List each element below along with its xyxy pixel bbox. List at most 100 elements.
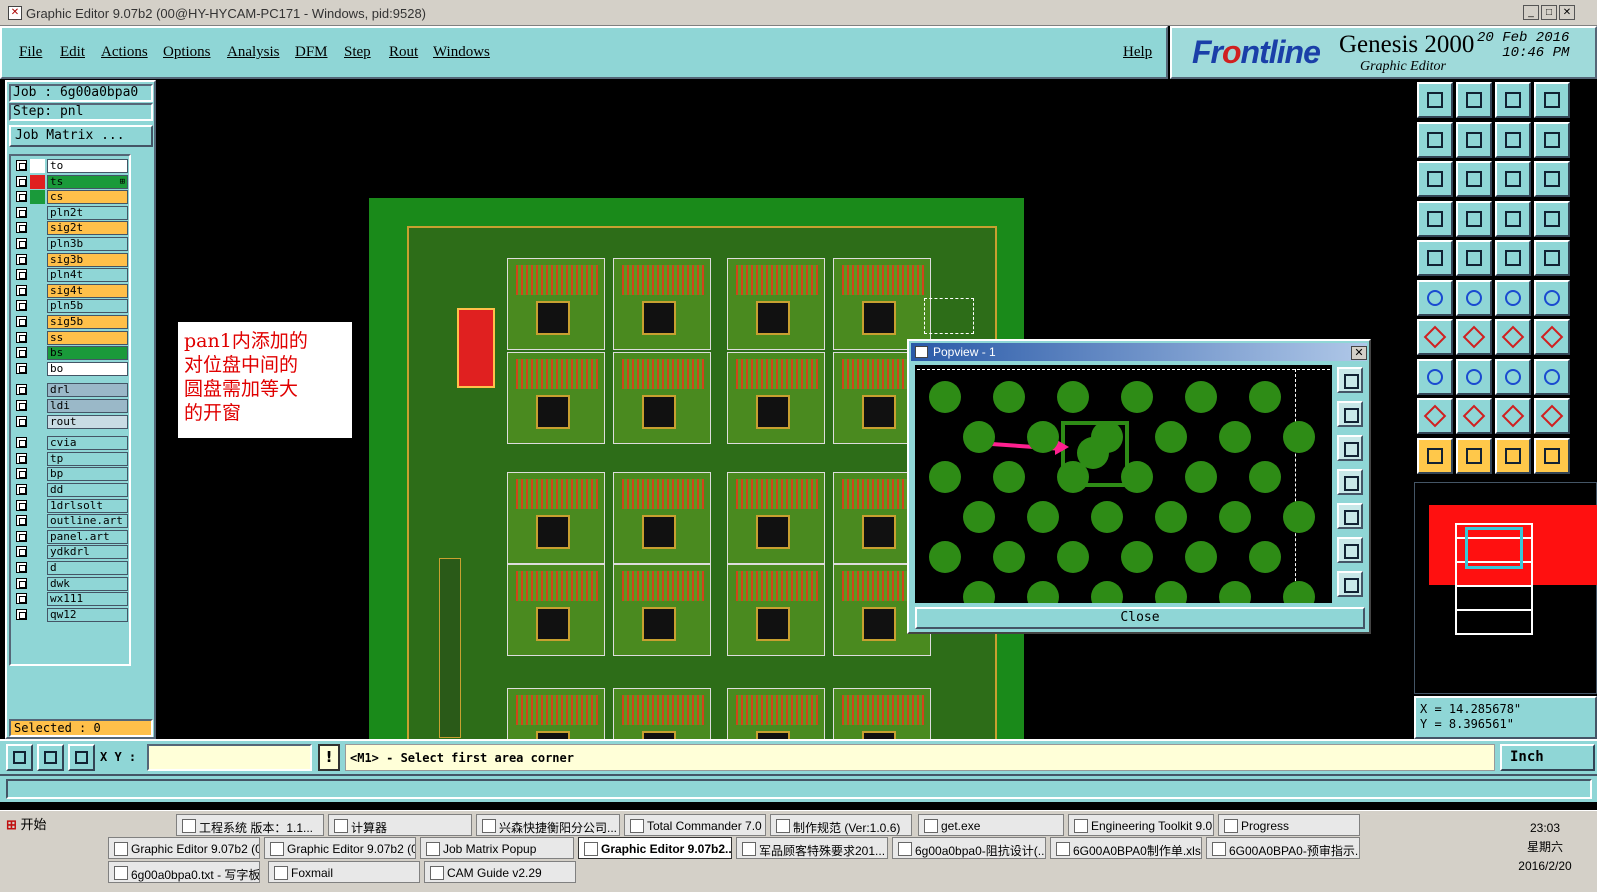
close-window-button[interactable]: ✕ — [1559, 5, 1575, 20]
taskbar-button[interactable]: Foxmail — [268, 861, 420, 883]
layer-color-swatch[interactable] — [30, 592, 45, 606]
taskbar-button[interactable]: Job Matrix Popup — [420, 837, 574, 859]
layer-name[interactable]: rout — [47, 414, 128, 429]
layer-color-swatch[interactable] — [30, 514, 45, 528]
grid-icon[interactable] — [68, 744, 95, 771]
layer-checkbox[interactable] — [16, 499, 27, 511]
layer-checkbox[interactable] — [16, 269, 27, 281]
layer-checkbox[interactable] — [16, 608, 27, 620]
taskbar-button[interactable]: 计算器 — [328, 814, 472, 836]
move-icon[interactable] — [1495, 279, 1531, 316]
layer-checkbox[interactable] — [16, 300, 27, 312]
layer-color-swatch[interactable] — [30, 561, 45, 575]
layer-name[interactable]: sig3b — [47, 252, 128, 267]
layer-checkbox[interactable] — [16, 546, 27, 558]
layer-name[interactable]: dd — [47, 483, 128, 497]
taskbar-button[interactable]: 6g00a0bpa0-阻抗设计(... — [892, 837, 1046, 859]
pointer-box-icon[interactable] — [1456, 437, 1492, 474]
save-icon[interactable] — [1456, 82, 1492, 118]
layer-row[interactable]: sig5b — [14, 315, 128, 329]
layer-row[interactable]: dd — [14, 483, 128, 497]
layer-color-swatch[interactable] — [30, 577, 45, 591]
taskbar-button[interactable]: 工程系统 版本：1.1... — [176, 814, 324, 836]
layer-row[interactable]: ss — [14, 330, 128, 345]
layer-color-swatch[interactable] — [30, 346, 45, 360]
units-selector[interactable]: Inch — [1500, 744, 1595, 771]
layer-color-swatch[interactable] — [30, 383, 45, 397]
layer-checkbox[interactable] — [16, 484, 27, 495]
menu-step[interactable]: Step — [344, 44, 371, 61]
layer-color-swatch[interactable] — [30, 483, 45, 497]
job-matrix-button[interactable]: Job Matrix ... — [9, 125, 153, 147]
taskbar-button[interactable]: 制作规范 (Ver:1.0.6) — [770, 814, 912, 836]
scale-icon[interactable] — [1534, 121, 1570, 158]
node-icon[interactable] — [1417, 279, 1453, 316]
align-icon[interactable] — [1534, 319, 1570, 355]
help-icon[interactable] — [1534, 161, 1570, 197]
menu-analysis[interactable]: Analysis — [227, 44, 280, 61]
layer-row[interactable]: 1drlsolt — [14, 498, 128, 513]
pan-icon[interactable] — [1417, 161, 1453, 197]
layer-checkbox[interactable] — [16, 347, 27, 359]
layer-row[interactable]: ldi — [14, 399, 128, 413]
snap-icon[interactable] — [6, 744, 33, 771]
center-icon[interactable] — [1456, 161, 1492, 197]
layer-name[interactable]: cvia — [47, 436, 128, 451]
layer-row[interactable]: pln5b — [14, 299, 128, 314]
zoom-out-button[interactable] — [1337, 571, 1363, 597]
layer-row[interactable]: pln2t — [14, 205, 128, 220]
system-clock[interactable]: 23:03 星期六 2016/2/20 — [1500, 819, 1590, 876]
pan-up-button[interactable] — [1337, 401, 1363, 427]
layer-color-swatch[interactable] — [30, 467, 45, 481]
layer-name[interactable]: panel.art — [47, 529, 128, 544]
pan-right-button[interactable] — [1337, 503, 1363, 529]
layer-checkbox[interactable] — [16, 175, 27, 187]
layer-row[interactable]: bo — [14, 361, 128, 376]
pointer-icon[interactable] — [1417, 437, 1453, 474]
menu-dfm[interactable]: DFM — [295, 44, 328, 61]
layers-icon[interactable] — [1534, 200, 1570, 237]
layer-name[interactable]: ts ⊞ — [47, 174, 128, 189]
layer-name[interactable]: bs — [47, 346, 128, 361]
circle-icon[interactable] — [1534, 240, 1570, 276]
layer-name[interactable]: to — [47, 159, 128, 173]
layer-checkbox[interactable] — [16, 400, 27, 411]
layer-color-swatch[interactable] — [30, 545, 45, 559]
menu-rout[interactable]: Rout — [389, 44, 418, 61]
layer-name[interactable]: sig4t — [47, 283, 128, 298]
draw-line-icon[interactable] — [1456, 319, 1492, 355]
layer-checkbox[interactable] — [16, 191, 27, 203]
menu-actions[interactable]: Actions — [101, 44, 148, 61]
layer-row[interactable]: ts ⊞ — [14, 174, 128, 189]
home-icon[interactable] — [1495, 82, 1531, 118]
layer-color-swatch[interactable] — [30, 221, 45, 235]
layer-row[interactable]: rout — [14, 414, 128, 429]
layer-color-swatch[interactable] — [30, 159, 45, 173]
layer-row[interactable]: dwk — [14, 576, 128, 591]
layer-checkbox[interactable] — [16, 562, 27, 573]
pan-down-button[interactable] — [1337, 435, 1363, 461]
layer-name[interactable]: ss — [47, 330, 128, 345]
xy-input[interactable] — [147, 744, 312, 771]
script-icon[interactable] — [1417, 200, 1453, 237]
layer-name[interactable]: pln5b — [47, 299, 128, 314]
layer-checkbox[interactable] — [16, 530, 27, 542]
layer-checkbox[interactable] — [16, 253, 27, 265]
taskbar-button[interactable]: Total Commander 7.0 ... — [624, 814, 766, 836]
layer-checkbox[interactable] — [16, 284, 27, 296]
layer-name[interactable]: drl — [47, 383, 128, 398]
layer-name[interactable]: outline.art — [47, 514, 128, 529]
layer-checkbox[interactable] — [16, 206, 27, 218]
popview-canvas[interactable] — [915, 365, 1332, 603]
layer-row[interactable]: qw12 — [14, 607, 128, 622]
taskbar-button[interactable]: Graphic Editor 9.07b2... — [578, 837, 732, 859]
line-tool-icon[interactable] — [1456, 240, 1492, 276]
minimize-button[interactable]: _ — [1523, 5, 1539, 20]
zoom-prev-icon[interactable] — [1417, 121, 1453, 158]
popview-close-x-button[interactable]: ✕ — [1351, 346, 1367, 360]
taskbar-button[interactable]: 兴森快捷衡阳分公司... — [476, 814, 620, 836]
layer-name[interactable]: qw12 — [47, 607, 128, 622]
menu-help[interactable]: Help — [1123, 44, 1152, 61]
layer-row[interactable]: to — [14, 159, 128, 173]
layer-row[interactable]: sig4t — [14, 283, 128, 298]
